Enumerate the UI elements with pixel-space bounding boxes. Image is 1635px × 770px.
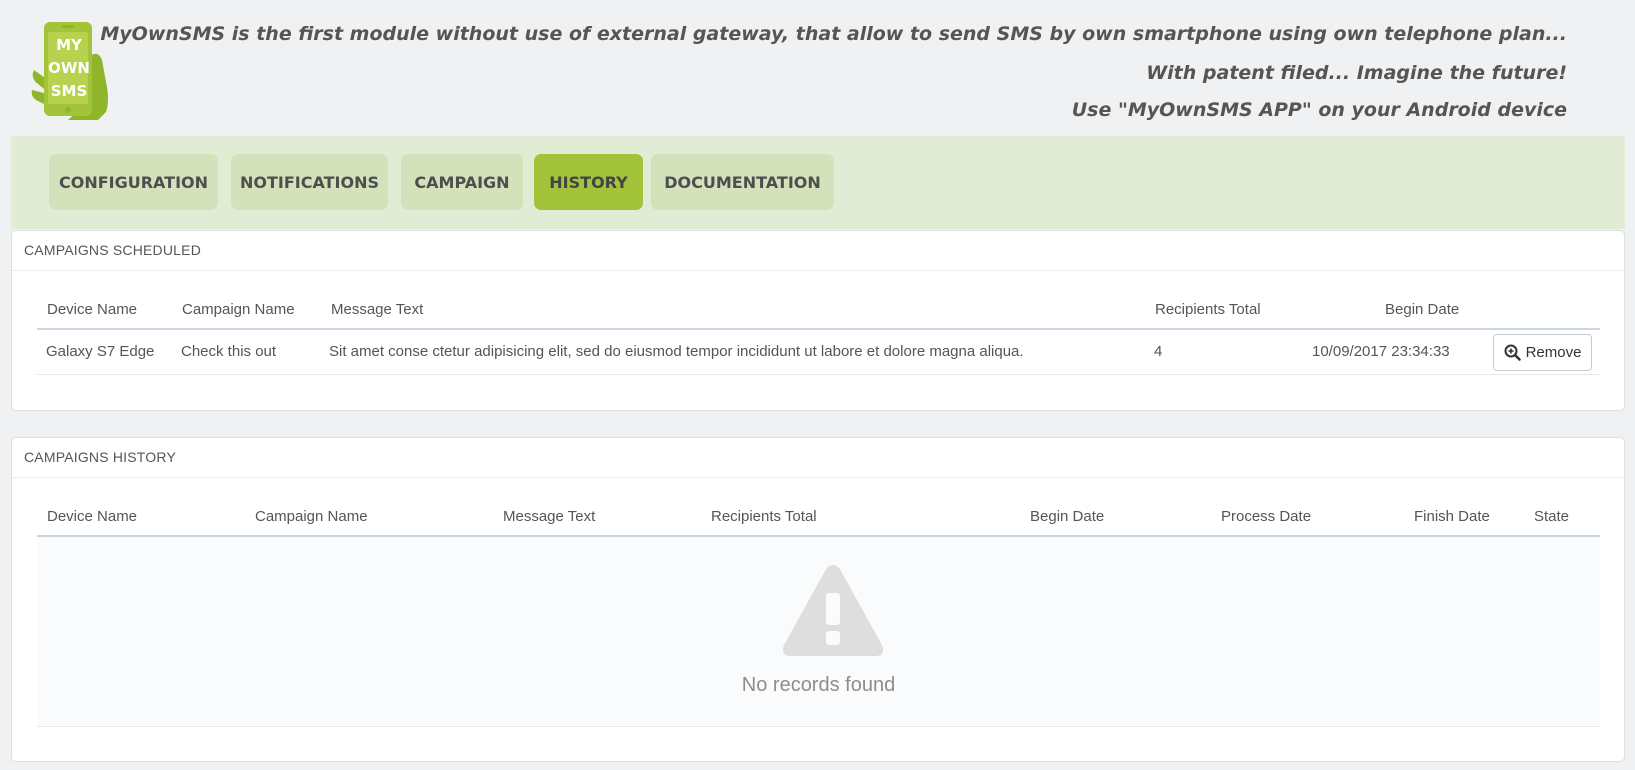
remove-button[interactable]: Remove (1493, 334, 1592, 371)
column-header[interactable]: Campaign Name (182, 301, 295, 318)
logo-text-line3: SMS (50, 82, 88, 100)
column-header[interactable]: State (1534, 508, 1569, 525)
table-row: Galaxy S7 Edge Check this out Sit amet c… (37, 330, 1600, 375)
tab-history[interactable]: HISTORY (534, 154, 643, 210)
column-header[interactable]: Recipients Total (1155, 301, 1261, 318)
tab-notifications[interactable]: NOTIFICATIONS (231, 154, 388, 210)
cell-campaign: Check this out (181, 343, 277, 360)
tab-configuration[interactable]: CONFIGURATION (49, 154, 218, 210)
tab-bar: CONFIGURATION NOTIFICATIONS CAMPAIGN HIS… (11, 136, 1625, 229)
tagline-patent: With patent filed... Imagine the future! (1146, 62, 1567, 84)
column-header[interactable]: Device Name (47, 508, 137, 525)
history-table: Device Name Campaign Name Message Text R… (37, 496, 1600, 727)
cell-recipients: 4 (1154, 343, 1163, 360)
tab-documentation[interactable]: DOCUMENTATION (651, 154, 834, 210)
tab-campaign[interactable]: CAMPAIGN (401, 154, 523, 210)
zoom-in-icon (1504, 344, 1521, 361)
panel-title: CAMPAIGNS SCHEDULED (12, 231, 1624, 271)
panel-title: CAMPAIGNS HISTORY (12, 438, 1624, 478)
cell-device: Galaxy S7 Edge (46, 343, 155, 360)
campaigns-scheduled-panel: CAMPAIGNS SCHEDULED Device Name Campaign… (11, 230, 1625, 411)
column-header[interactable]: Message Text (503, 508, 595, 525)
scheduled-table: Device Name Campaign Name Message Text R… (37, 289, 1600, 375)
table-header-row: Device Name Campaign Name Message Text R… (37, 496, 1600, 537)
column-header[interactable]: Process Date (1221, 508, 1311, 525)
table-header-row: Device Name Campaign Name Message Text R… (37, 289, 1600, 330)
column-header[interactable]: Message Text (331, 301, 423, 318)
empty-state: No records found (37, 537, 1600, 727)
tagline-main: MyOwnSMS is the first module without use… (100, 23, 1567, 45)
column-header[interactable]: Device Name (47, 301, 137, 318)
cell-message: Sit amet conse ctetur adipisicing elit, … (329, 343, 1024, 360)
remove-button-label: Remove (1525, 344, 1582, 361)
cell-begin-date: 10/09/2017 23:34:33 (1312, 343, 1450, 360)
column-header[interactable]: Finish Date (1414, 508, 1490, 525)
column-header[interactable]: Begin Date (1385, 301, 1459, 318)
warning-icon (782, 565, 884, 656)
page-header: MY OWN SMS MyOwnSMS is the first module … (0, 0, 1635, 136)
logo-text-line2: OWN (48, 59, 90, 77)
column-header[interactable]: Campaign Name (255, 508, 368, 525)
tagline-app: Use "MyOwnSMS APP" on your Android devic… (1071, 99, 1567, 121)
campaigns-history-panel: CAMPAIGNS HISTORY Device Name Campaign N… (11, 437, 1625, 762)
column-header[interactable]: Begin Date (1030, 508, 1104, 525)
logo-text-line1: MY (56, 36, 82, 54)
no-records-text: No records found (741, 674, 896, 696)
column-header[interactable]: Recipients Total (711, 508, 817, 525)
